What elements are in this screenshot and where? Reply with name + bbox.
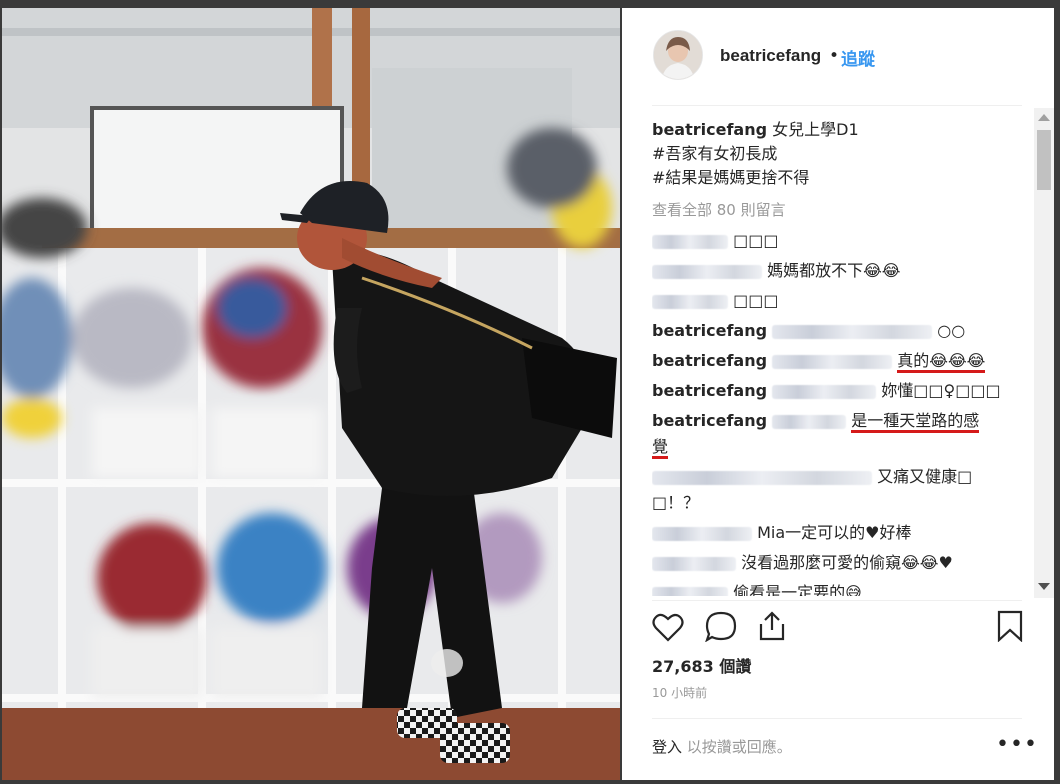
blurred-username xyxy=(652,264,762,279)
comment-text: 偷看是一定要的😅 xyxy=(733,583,862,596)
share-icon[interactable] xyxy=(756,610,788,646)
login-link[interactable]: 登入 xyxy=(652,738,682,756)
caption-hashtag[interactable]: #結果是媽媽更捨不得 xyxy=(652,166,1052,190)
post-panel: beatricefang • 追蹤 beatricefang 女兒上學D1 #吾… xyxy=(622,8,1054,780)
actions-divider xyxy=(652,600,1022,601)
blurred-username xyxy=(652,556,736,571)
comment-username[interactable]: beatricefang xyxy=(652,321,767,340)
separator-dot: • xyxy=(829,46,840,66)
comment-text: Mia一定可以的♥好棒 xyxy=(757,523,912,542)
comment-row: 又痛又健康□ xyxy=(652,462,1052,492)
heart-icon[interactable] xyxy=(652,612,684,646)
comment-text: □□□ xyxy=(733,291,779,310)
post-photo[interactable] xyxy=(2,8,620,780)
comment-text: 是一種天堂路的感 xyxy=(851,411,980,433)
blurred-username xyxy=(652,586,728,596)
comment-text: □□□ xyxy=(733,231,779,250)
caption-hashtag[interactable]: #吾家有女初長成 xyxy=(652,142,1052,166)
comment-icon[interactable] xyxy=(704,610,738,646)
comment-text: ○○ xyxy=(937,321,966,340)
comment-row: □□□ xyxy=(652,286,1052,316)
comment-row: beatricefang 妳懂□□♀□□□ xyxy=(652,376,1052,406)
post-timestamp[interactable]: 10 小時前 xyxy=(652,684,707,701)
caption-username[interactable]: beatricefang xyxy=(652,120,767,139)
blurred-text xyxy=(772,324,933,339)
comment-username[interactable]: beatricefang xyxy=(652,351,767,370)
follow-button[interactable]: 追蹤 xyxy=(841,45,875,70)
login-text: 以按讚或回應。 xyxy=(682,738,792,756)
comment-text: 又痛又健康□ xyxy=(877,467,973,486)
avatar[interactable] xyxy=(653,30,703,80)
blurred-text xyxy=(772,414,847,429)
footer-divider xyxy=(652,718,1022,719)
comment-row: beatricefang ○○ xyxy=(652,316,1052,346)
scroll-up-arrow-icon[interactable] xyxy=(1038,114,1050,121)
blurred-text xyxy=(772,354,893,369)
caption: beatricefang 女兒上學D1 xyxy=(652,118,1052,142)
comment-row: □□□ xyxy=(652,226,1052,256)
comment-row: 偷看是一定要的😅 xyxy=(652,578,1052,596)
comments-list: beatricefang 女兒上學D1 #吾家有女初長成 #結果是媽媽更捨不得 … xyxy=(652,118,1052,596)
blurred-username xyxy=(652,294,728,309)
caption-text: 女兒上學D1 xyxy=(772,120,859,139)
blurred-text xyxy=(772,384,877,399)
blurred-username xyxy=(652,526,752,541)
blurred-text xyxy=(652,470,872,485)
comment-text: 妳懂□□♀□□□ xyxy=(881,381,1001,400)
comment-row: beatricefang 是一種天堂路的感 xyxy=(652,406,1052,436)
more-options-icon[interactable]: ••• xyxy=(996,732,1038,757)
comment-text: 沒看過那麼可愛的偷窺😂😂♥ xyxy=(741,553,953,572)
comment-text: 覺 xyxy=(652,437,669,459)
comment-text: □！？ xyxy=(652,493,700,512)
comment-row: beatricefang 真的😂😂😂 xyxy=(652,346,1052,376)
post-username[interactable]: beatricefang xyxy=(720,46,821,66)
comment-row: 沒看過那麼可愛的偷窺😂😂♥ xyxy=(652,548,1052,578)
login-prompt: 登入 以按讚或回應。 xyxy=(652,736,792,757)
comment-row: Mia一定可以的♥好棒 xyxy=(652,518,1052,548)
like-count[interactable]: 27,683 個讚 xyxy=(652,653,751,677)
bookmark-icon[interactable] xyxy=(996,610,1024,646)
comments-scrollbar[interactable] xyxy=(1034,108,1054,598)
comment-username[interactable]: beatricefang xyxy=(652,411,767,430)
comment-row: □！？ xyxy=(652,492,1052,518)
comment-row: 覺 xyxy=(652,436,1052,462)
blurred-username xyxy=(652,234,728,249)
comment-row: 媽媽都放不下😂😂 xyxy=(652,256,1052,286)
comment-text: 媽媽都放不下😂😂 xyxy=(767,261,901,280)
comment-username[interactable]: beatricefang xyxy=(652,381,767,400)
comment-text: 真的😂😂😂 xyxy=(897,351,986,373)
scroll-thumb[interactable] xyxy=(1037,130,1051,190)
scroll-down-arrow-icon[interactable] xyxy=(1038,583,1050,590)
header-divider xyxy=(652,105,1022,106)
action-bar xyxy=(652,608,1032,648)
view-all-comments-link[interactable]: 查看全部 80 則留言 xyxy=(652,198,1052,222)
